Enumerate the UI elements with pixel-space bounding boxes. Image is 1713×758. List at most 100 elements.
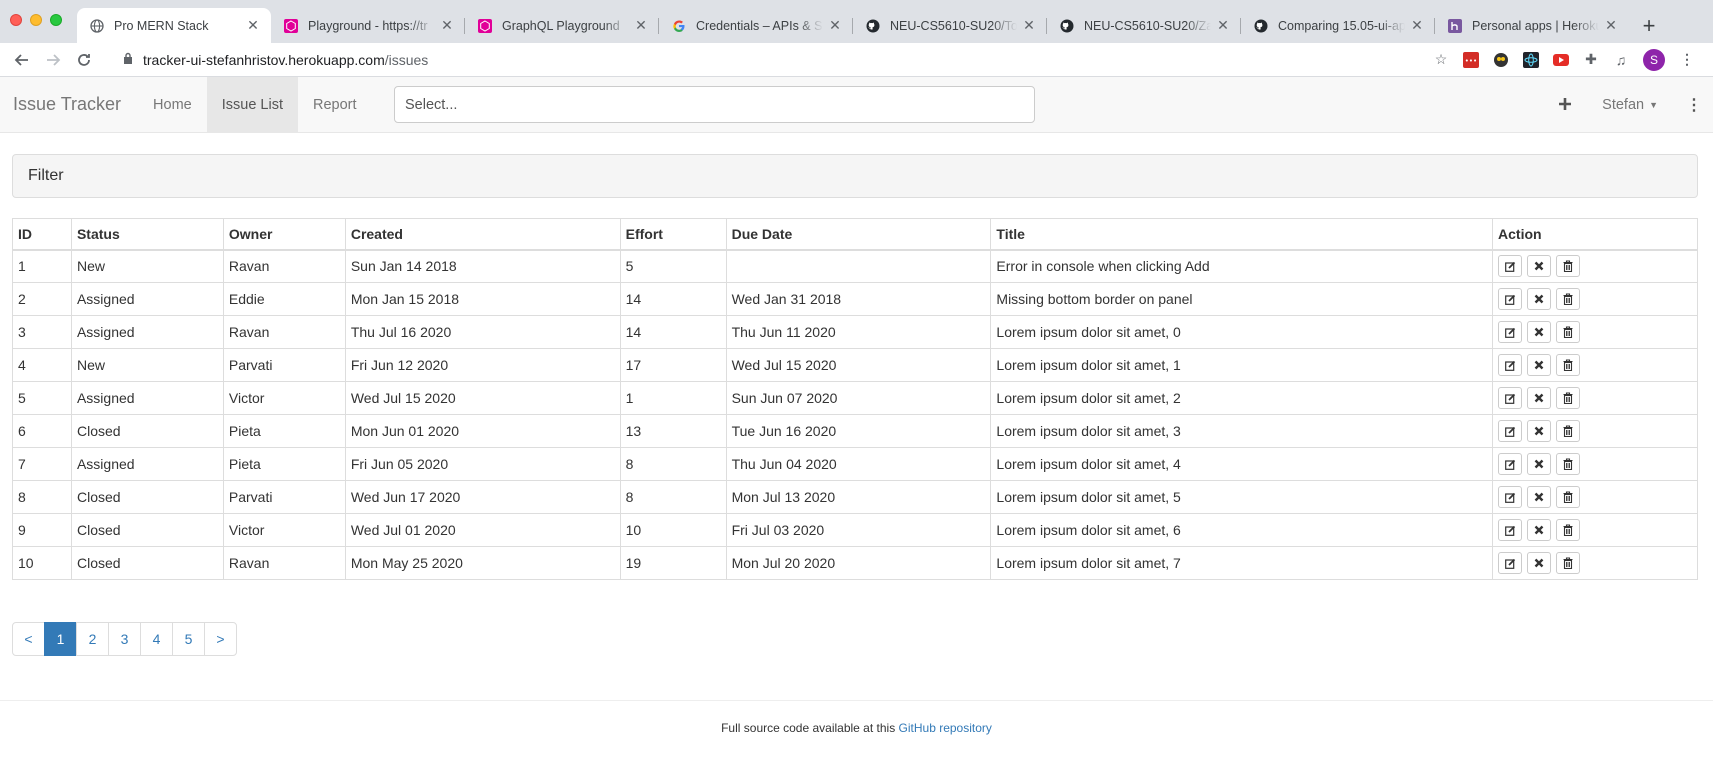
close-tab-icon[interactable]: ✕ [1215,17,1231,34]
pagination-page-4[interactable]: 4 [140,622,173,656]
close-issue-button[interactable] [1527,519,1552,541]
close-window-button[interactable] [10,14,22,26]
bookmark-star-icon[interactable]: ☆ [1433,51,1449,68]
cell-created: Thu Jul 16 2020 [344,315,621,349]
delete-issue-button[interactable] [1556,288,1581,310]
owl-extension-icon[interactable] [1493,52,1509,68]
video-extension-icon[interactable] [1553,52,1569,68]
table-row[interactable]: 8 Closed Parvati Wed Jun 17 2020 8 Mon Jul 13… [12,480,1698,514]
close-issue-button[interactable] [1527,453,1552,475]
github-icon [1253,18,1269,34]
table-row[interactable]: 7 Assigned Pieta Fri Jun 05 2020 8 Thu Jun 04… [12,447,1698,481]
table-row[interactable]: 4 New Parvati Fri Jun 12 2020 17 Wed Jul 15 2… [12,348,1698,382]
close-issue-button[interactable] [1527,420,1552,442]
cell-action [1492,414,1698,448]
edit-issue-button[interactable] [1498,255,1523,278]
pagination-page-2[interactable]: 2 [76,622,109,656]
pagination-page-5[interactable]: 5 [172,622,205,656]
close-issue-button[interactable] [1527,486,1552,508]
table-row[interactable]: 9 Closed Victor Wed Jul 01 2020 10 Fri Jul 03… [12,513,1698,547]
edit-issue-button[interactable] [1498,354,1523,376]
back-button[interactable] [8,46,36,74]
cell-effort: 10 [619,513,727,547]
forward-button[interactable] [39,46,67,74]
pagination-next-button[interactable]: > [204,622,237,656]
delete-issue-button[interactable] [1556,354,1581,376]
close-tab-icon[interactable]: ✕ [245,17,261,34]
close-issue-button[interactable] [1527,354,1552,376]
issue-search-select[interactable]: Select... [394,86,1035,123]
close-tab-icon[interactable]: ✕ [827,17,843,34]
browser-tab[interactable]: Personal apps | Heroku ✕ [1435,8,1629,43]
nav-link-home[interactable]: Home [138,77,207,132]
profile-avatar[interactable]: S [1643,48,1665,71]
cell-id: 8 [12,480,72,514]
browser-tab[interactable]: Credentials – APIs & Se ✕ [659,8,853,43]
add-issue-button[interactable] [1550,94,1580,117]
table-row[interactable]: 6 Closed Pieta Mon Jun 01 2020 13 Tue Jun 16 … [12,414,1698,448]
more-menu-icon[interactable]: ⋮ [1686,95,1702,115]
delete-issue-button[interactable] [1556,420,1581,442]
delete-issue-button[interactable] [1556,255,1581,278]
close-tab-icon[interactable]: ✕ [1603,17,1619,34]
puzzle-extensions-icon[interactable]: ✚ [1583,51,1599,68]
close-issue-button[interactable] [1527,387,1552,409]
browser-tab[interactable]: Comparing 15.05-ui-ap ✕ [1241,8,1435,43]
browser-tab[interactable]: NEU-CS5610-SU20/Za ✕ [1047,8,1241,43]
edit-issue-button[interactable] [1498,453,1523,475]
delete-issue-button[interactable] [1556,486,1581,508]
close-issue-button[interactable] [1527,552,1552,574]
edit-issue-button[interactable] [1498,321,1523,343]
github-repository-link[interactable]: GitHub repository [899,721,992,735]
reload-button[interactable] [70,46,98,74]
table-row[interactable]: 10 Closed Ravan Mon May 25 2020 19 Mon Jul 20… [12,546,1698,580]
close-issue-button[interactable] [1527,321,1552,343]
pagination-page-3[interactable]: 3 [108,622,141,656]
table-row[interactable]: 3 Assigned Ravan Thu Jul 16 2020 14 Thu Jun 1… [12,315,1698,349]
arrow-left-icon [14,53,28,66]
cell-id: 2 [12,282,72,316]
close-tab-icon[interactable]: ✕ [439,17,455,34]
delete-issue-button[interactable] [1556,519,1581,541]
nav-link-report[interactable]: Report [298,77,372,132]
browser-tab-active[interactable]: Pro MERN Stack ✕ [77,8,271,43]
browser-tab[interactable]: GraphQL Playground ✕ [465,8,659,43]
browser-menu-icon[interactable]: ⋮ [1679,51,1695,68]
close-issue-button[interactable] [1527,288,1552,310]
edit-issue-button[interactable] [1498,486,1523,508]
edit-issue-button[interactable] [1498,552,1523,574]
table-row[interactable]: 2 Assigned Eddie Mon Jan 15 2018 14 Wed Jan 3… [12,282,1698,316]
browser-tab[interactable]: Playground - https://tr ✕ [271,8,465,43]
trash-icon [1563,359,1573,371]
brand-title[interactable]: Issue Tracker [13,77,121,132]
edit-issue-button[interactable] [1498,288,1523,310]
search-placeholder: Select... [405,96,458,113]
delete-issue-button[interactable] [1556,321,1581,343]
new-tab-button[interactable]: + [1635,8,1663,43]
delete-issue-button[interactable] [1556,387,1581,409]
user-dropdown[interactable]: Stefan ▼ [1602,97,1658,113]
table-row[interactable]: 5 Assigned Victor Wed Jul 15 2020 1 Sun Jun 0… [12,381,1698,415]
delete-issue-button[interactable] [1556,552,1581,574]
delete-issue-button[interactable] [1556,453,1581,475]
table-row[interactable]: 1 New Ravan Sun Jan 14 2018 5 Error in consol… [12,249,1698,283]
edit-issue-button[interactable] [1498,387,1523,409]
address-bar[interactable]: tracker-ui-stefanhristov.herokuapp.com/i… [109,45,1433,74]
pagination-page-1[interactable]: 1 [44,622,77,656]
close-tab-icon[interactable]: ✕ [1021,17,1037,34]
lastpass-extension-icon[interactable]: ••• [1463,51,1479,68]
close-issue-button[interactable] [1527,255,1552,278]
maximize-window-button[interactable] [50,14,62,26]
media-control-icon[interactable]: ♫ [1613,52,1629,68]
edit-issue-button[interactable] [1498,420,1523,442]
close-tab-icon[interactable]: ✕ [633,17,649,34]
pagination-prev-button[interactable]: < [12,622,45,656]
cell-due-date: Mon Jul 20 2020 [725,546,992,580]
filter-panel[interactable]: Filter [12,154,1698,198]
react-devtools-icon[interactable] [1523,51,1539,68]
minimize-window-button[interactable] [30,14,42,26]
close-tab-icon[interactable]: ✕ [1409,17,1425,34]
nav-link-issue-list[interactable]: Issue List [206,77,298,132]
edit-issue-button[interactable] [1498,519,1523,541]
browser-tab[interactable]: NEU-CS5610-SU20/To ✕ [853,8,1047,43]
